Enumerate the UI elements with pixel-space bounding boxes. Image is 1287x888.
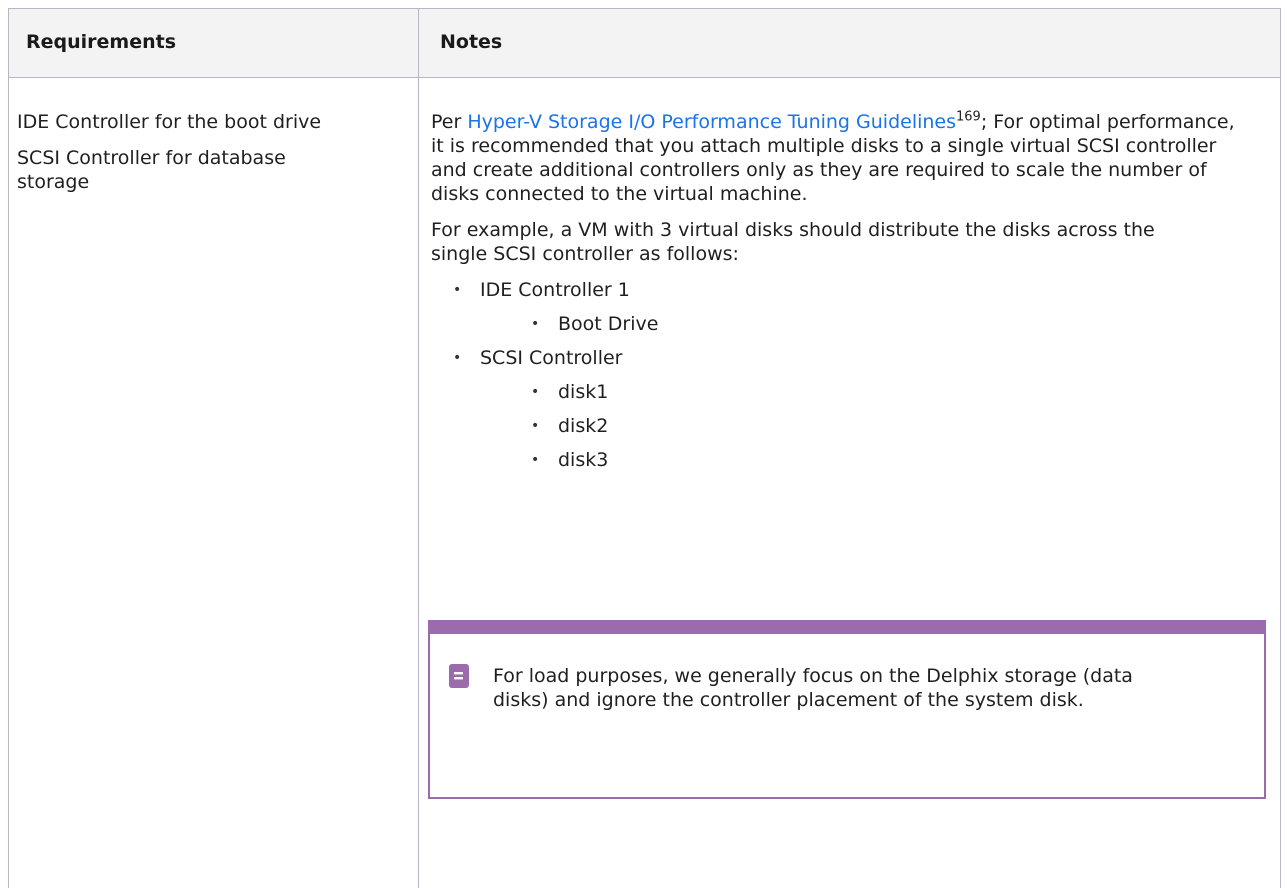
requirement-item: SCSI Controller for database storage xyxy=(17,147,286,193)
list-item-label: disk3 xyxy=(558,449,609,471)
note-callout-text: For load purposes, we generally focus on… xyxy=(493,665,1133,711)
note-icon xyxy=(449,664,469,688)
notes-example: For example, a VM with 3 virtual disks s… xyxy=(431,219,1155,265)
list-item: • disk1 xyxy=(431,380,1261,414)
notes-intro: Per Hyper-V Storage I/O Performance Tuni… xyxy=(431,110,1246,206)
bullet-dot-icon: • xyxy=(453,350,462,366)
notes-cell: Per Hyper-V Storage I/O Performance Tuni… xyxy=(431,110,1261,482)
bullet-dot-icon: • xyxy=(453,282,462,298)
list-item: • IDE Controller 1 xyxy=(431,278,1261,312)
list-item-label: disk2 xyxy=(558,415,609,437)
bullet-dot-icon: • xyxy=(531,384,540,400)
column-divider xyxy=(418,9,419,888)
header-requirements: Requirements xyxy=(26,31,177,53)
note-callout: For load purposes, we generally focus on… xyxy=(428,620,1266,799)
controller-list: • IDE Controller 1 • Boot Drive • SCSI C… xyxy=(431,278,1261,482)
bullet-dot-icon: • xyxy=(531,316,540,332)
list-item-label: disk1 xyxy=(558,381,609,403)
list-item-label: SCSI Controller xyxy=(480,347,623,369)
list-item: • disk3 xyxy=(431,448,1261,482)
header-notes: Notes xyxy=(440,31,503,53)
list-item-label: Boot Drive xyxy=(558,313,659,335)
list-item-label: IDE Controller 1 xyxy=(480,279,630,301)
requirement-item: IDE Controller for the boot drive xyxy=(17,111,322,133)
footnote-marker: 169 xyxy=(956,109,981,125)
list-item: • SCSI Controller xyxy=(431,346,1261,380)
notes-intro-prefix: Per xyxy=(431,111,468,133)
list-item: • disk2 xyxy=(431,414,1261,448)
hyper-v-guidelines-link[interactable]: Hyper-V Storage I/O Performance Tuning G… xyxy=(467,111,956,133)
list-item: • Boot Drive xyxy=(431,312,1261,346)
table-header-row: Requirements Notes xyxy=(9,9,1280,78)
bullet-dot-icon: • xyxy=(531,452,540,468)
bullet-dot-icon: • xyxy=(531,418,540,434)
requirements-cell: IDE Controller for the boot drive SCSI C… xyxy=(17,110,397,206)
